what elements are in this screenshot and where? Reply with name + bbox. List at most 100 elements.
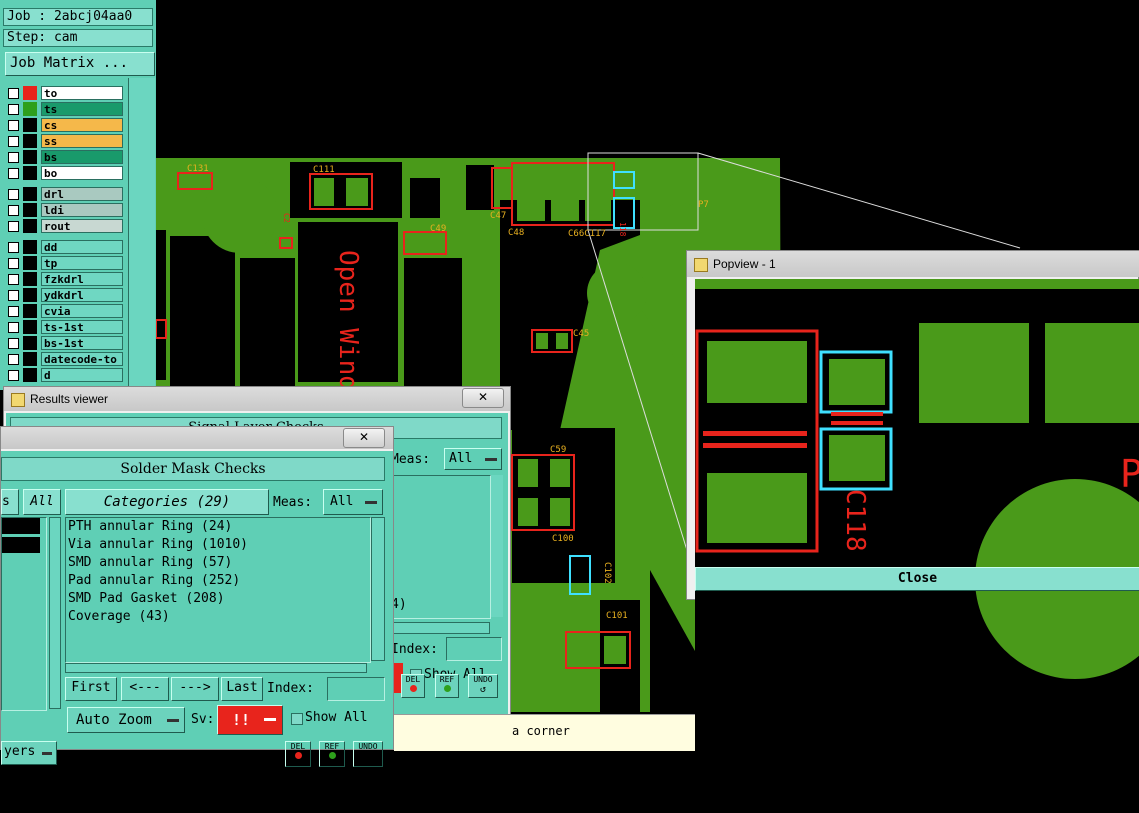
layer-checkbox[interactable] (8, 370, 19, 381)
layer-checkbox[interactable] (8, 306, 19, 317)
layer-name[interactable]: bs-1st (41, 336, 123, 350)
layer-checkbox[interactable] (8, 322, 19, 333)
show-all-checkbox[interactable] (291, 713, 303, 725)
auto-zoom-dropdown[interactable]: Auto Zoom (67, 707, 185, 733)
meas-dropdown[interactable]: All (444, 448, 502, 470)
layer-checkbox[interactable] (8, 152, 19, 163)
layer-name[interactable]: rout (41, 219, 123, 233)
layer-color-swatch[interactable] (23, 304, 37, 318)
layer-name[interactable]: ldi (41, 203, 123, 217)
layer-row-dd[interactable]: dd (6, 240, 124, 255)
layer-name[interactable]: d (41, 368, 123, 382)
index-input[interactable] (446, 637, 502, 661)
layer-name[interactable]: ss (41, 134, 123, 148)
layer-color-swatch[interactable] (23, 352, 37, 366)
layer-checkbox[interactable] (8, 354, 19, 365)
layer-color-swatch[interactable] (23, 336, 37, 350)
layer-name[interactable]: drl (41, 187, 123, 201)
layer-row-cvia[interactable]: cvia (6, 304, 124, 319)
layer-color-swatch[interactable] (23, 187, 37, 201)
selected-layer-row[interactable] (2, 518, 40, 534)
layer-color-swatch[interactable] (23, 256, 37, 270)
layer-color-swatch[interactable] (23, 166, 37, 180)
layer-row-ldi[interactable]: ldi (6, 203, 124, 218)
results-viewer-close-button[interactable]: ✕ (462, 388, 504, 408)
del-button[interactable]: DEL (285, 741, 311, 767)
layer-color-swatch[interactable] (23, 240, 37, 254)
layer-checkbox[interactable] (8, 136, 19, 147)
layer-checkbox[interactable] (8, 104, 19, 115)
categories-button[interactable]: Categories (29) (65, 489, 269, 515)
layer-color-swatch[interactable] (23, 203, 37, 217)
layer-name[interactable]: dd (41, 240, 123, 254)
meas-dropdown[interactable]: All (323, 489, 383, 515)
undo-button[interactable]: UNDO ↺ (353, 741, 383, 767)
category-item[interactable]: Pad annular Ring (252) (68, 572, 240, 590)
first-button[interactable]: First (65, 677, 117, 701)
layer-name[interactable]: fzkdrl (41, 272, 123, 286)
category-item[interactable]: Coverage (43) (68, 608, 170, 626)
layer-color-swatch[interactable] (23, 118, 37, 132)
popview-close-button[interactable]: Close (695, 567, 1139, 591)
layer-name[interactable]: datecode-to (41, 352, 123, 366)
category-item[interactable]: Via annular Ring (1010) (68, 536, 248, 554)
layer-color-swatch[interactable] (23, 288, 37, 302)
severity-dropdown[interactable]: !! (217, 705, 283, 735)
categories-hscrollbar[interactable] (65, 663, 367, 673)
layer-checkbox[interactable] (8, 168, 19, 179)
selected-layer-row[interactable] (2, 537, 40, 553)
layer-filter-button[interactable]: s (1, 489, 19, 515)
layer-row-bs[interactable]: bs (6, 150, 124, 165)
layer-color-swatch[interactable] (23, 102, 37, 116)
layer-checkbox[interactable] (8, 274, 19, 285)
layer-name[interactable]: to (41, 86, 123, 100)
layer-name[interactable]: bo (41, 166, 123, 180)
layer-checkbox[interactable] (8, 290, 19, 301)
layer-row-fzkdrl[interactable]: fzkdrl (6, 272, 124, 287)
layer-name[interactable]: tp (41, 256, 123, 270)
layer-checkbox[interactable] (8, 242, 19, 253)
results-list-scrollbar[interactable] (491, 475, 503, 617)
next-button[interactable]: ---> (171, 677, 219, 701)
category-item[interactable]: PTH annular Ring (24) (68, 518, 232, 536)
layer-checkbox[interactable] (8, 88, 19, 99)
results-del-button[interactable]: DEL (401, 674, 425, 698)
layer-checkbox[interactable] (8, 258, 19, 269)
job-matrix-button[interactable]: Job Matrix ... (5, 52, 155, 76)
last-button[interactable]: Last (221, 677, 263, 701)
layer-name[interactable]: cs (41, 118, 123, 132)
layer-panel-scrollbar[interactable] (128, 78, 155, 390)
layer-row-d[interactable]: d (6, 368, 124, 383)
layer-checkbox[interactable] (8, 221, 19, 232)
layer-checkbox[interactable] (8, 205, 19, 216)
layer-color-swatch[interactable] (23, 320, 37, 334)
layer-row-rout[interactable]: rout (6, 219, 124, 234)
layer-color-swatch[interactable] (23, 134, 37, 148)
category-item[interactable]: SMD annular Ring (57) (68, 554, 232, 572)
layer-row-bs-1st[interactable]: bs-1st (6, 336, 124, 351)
layer-row-bo[interactable]: bo (6, 166, 124, 181)
filter-all-button[interactable]: All (23, 489, 61, 515)
layer-row-ts[interactable]: ts (6, 102, 124, 117)
layer-row-ts-1st[interactable]: ts-1st (6, 320, 124, 335)
layer-row-to[interactable]: to (6, 86, 124, 101)
layer-name[interactable]: bs (41, 150, 123, 164)
layer-color-swatch[interactable] (23, 368, 37, 382)
layer-name[interactable]: ts-1st (41, 320, 123, 334)
layers-dropdown[interactable]: yers (1, 741, 57, 765)
layer-name[interactable]: ydkdrl (41, 288, 123, 302)
ref-button[interactable]: REF (319, 741, 345, 767)
layer-checkbox[interactable] (8, 189, 19, 200)
layer-checkbox[interactable] (8, 338, 19, 349)
layer-color-swatch[interactable] (23, 86, 37, 100)
layer-color-swatch[interactable] (23, 150, 37, 164)
results-hscrollbar[interactable] (391, 622, 490, 634)
results-undo-button[interactable]: UNDO ↺ (468, 674, 498, 698)
solder-mask-close-button[interactable]: ✕ (343, 428, 385, 448)
layer-list-scrollbar[interactable] (49, 517, 61, 709)
layer-color-swatch[interactable] (23, 219, 37, 233)
layer-select-list[interactable] (1, 517, 47, 711)
layer-row-drl[interactable]: drl (6, 187, 124, 202)
popview-canvas[interactable]: C118 P (695, 279, 1139, 813)
layer-color-swatch[interactable] (23, 272, 37, 286)
